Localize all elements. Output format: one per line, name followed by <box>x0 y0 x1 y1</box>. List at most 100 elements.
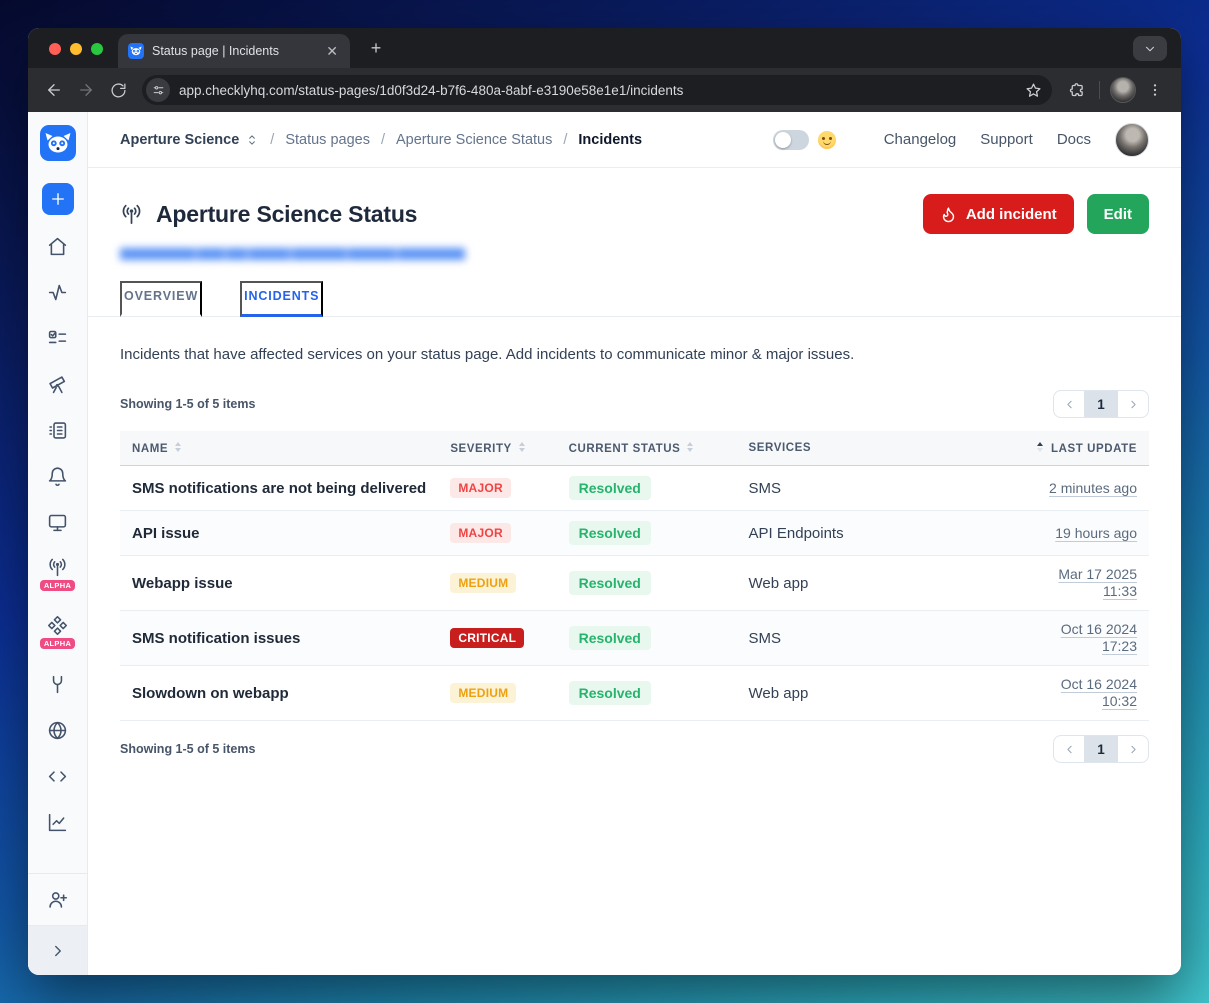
severity-badge: CRITICAL <box>450 628 524 648</box>
sidebar-item-dashboards[interactable] <box>28 499 87 545</box>
bookmark-button[interactable] <box>1025 82 1042 99</box>
breadcrumb-separator: / <box>270 132 274 148</box>
sidebar-item-maintenance[interactable] <box>28 661 87 707</box>
tab-overview[interactable]: OVERVIEW <box>120 281 202 317</box>
create-new-button[interactable] <box>42 183 74 215</box>
window-controls <box>49 43 103 55</box>
tab-close-icon[interactable]: ✕ <box>324 42 340 60</box>
sidebar-item-monitoring[interactable] <box>28 269 87 315</box>
app-root: ALPHA ALPHA <box>28 112 1181 975</box>
last-update-link[interactable]: 19 hours ago <box>1055 525 1137 541</box>
status-badge: Resolved <box>569 476 651 500</box>
browser-profile-button[interactable] <box>1107 74 1139 106</box>
status-badge: Resolved <box>569 681 651 705</box>
last-update-link[interactable]: 2 minutes ago <box>1049 480 1137 496</box>
forward-button[interactable] <box>70 74 102 106</box>
browser-tab[interactable]: Status page | Incidents ✕ <box>118 34 350 68</box>
last-update-link[interactable]: Oct 16 2024 17:23 <box>1061 621 1137 654</box>
tab-search-chevron-button[interactable] <box>1133 36 1167 61</box>
services-cell: API Endpoints <box>737 511 1024 556</box>
table-header-row: NAME SEVERITY CURRENT STATUS SERVICES <box>120 431 1149 466</box>
sidebar: ALPHA ALPHA <box>28 112 88 975</box>
pagination-next-button[interactable] <box>1118 736 1148 762</box>
sidebar-item-status-pages[interactable]: ALPHA <box>28 545 87 603</box>
reload-button[interactable] <box>102 74 134 106</box>
sidebar-item-analytics[interactable] <box>28 799 87 845</box>
chevron-right-icon <box>1127 743 1140 756</box>
edit-button[interactable]: Edit <box>1087 194 1149 234</box>
breadcrumb-separator: / <box>563 132 567 148</box>
close-window-button[interactable] <box>49 43 61 55</box>
app-header: Aperture Science / Status pages / Apertu… <box>88 112 1181 168</box>
showing-count: Showing 1-5 of 5 items <box>120 742 255 756</box>
support-link[interactable]: Support <box>980 131 1033 148</box>
sidebar-item-alerts[interactable] <box>28 453 87 499</box>
checkly-logo[interactable] <box>40 125 76 161</box>
browser-tab-strip: Status page | Incidents ✕ + <box>28 28 1181 68</box>
status-badge: Resolved <box>569 571 651 595</box>
column-header-last-update[interactable]: LAST UPDATE <box>1024 431 1149 466</box>
account-selector[interactable]: Aperture Science <box>120 132 259 148</box>
alpha-badge: ALPHA <box>40 580 75 591</box>
last-update-link[interactable]: Mar 17 2025 11:33 <box>1058 566 1137 599</box>
breadcrumb-current: Incidents <box>578 132 642 148</box>
pagination-prev-button[interactable] <box>1054 391 1084 417</box>
new-tab-button[interactable]: + <box>362 34 390 62</box>
logs-icon <box>47 420 68 441</box>
breadcrumb-status-page-name[interactable]: Aperture Science Status <box>396 132 552 148</box>
extensions-button[interactable] <box>1060 74 1092 106</box>
user-plus-icon <box>47 889 68 910</box>
pagination: 1 <box>1053 735 1149 763</box>
column-header-current-status[interactable]: CURRENT STATUS <box>557 431 737 466</box>
component-diamonds-icon <box>47 615 68 636</box>
url-bar[interactable]: app.checklyhq.com/status-pages/1d0f3d24-… <box>142 75 1052 105</box>
main-area: Aperture Science / Status pages / Apertu… <box>88 112 1181 975</box>
sidebar-item-private-locations[interactable] <box>28 707 87 753</box>
incident-name: API issue <box>132 525 200 542</box>
sidebar-item-explore[interactable] <box>28 361 87 407</box>
table-row[interactable]: Webapp issueMEDIUMResolvedWeb appMar 17 … <box>120 556 1149 611</box>
tab-incidents[interactable]: INCIDENTS <box>240 281 323 317</box>
sidebar-expand-button[interactable] <box>28 925 87 975</box>
breadcrumb: Aperture Science / Status pages / Apertu… <box>120 132 642 148</box>
sidebar-item-home[interactable] <box>28 223 87 269</box>
pagination-prev-button[interactable] <box>1054 736 1084 762</box>
broadcast-icon <box>47 557 68 578</box>
table-row[interactable]: API issueMAJORResolvedAPI Endpoints19 ho… <box>120 511 1149 556</box>
sidebar-item-checks[interactable] <box>28 315 87 361</box>
table-row[interactable]: SMS notification issuesCRITICALResolvedS… <box>120 611 1149 666</box>
site-settings-button[interactable] <box>146 78 170 102</box>
sidebar-item-traces[interactable]: ALPHA <box>28 603 87 661</box>
user-avatar[interactable] <box>1115 123 1149 157</box>
incidents-content: Incidents that have affected services on… <box>88 317 1181 975</box>
add-incident-button[interactable]: Add incident <box>923 194 1074 234</box>
changelog-link[interactable]: Changelog <box>884 131 957 148</box>
toolbar-divider <box>1099 81 1100 99</box>
menu-dots-icon <box>1147 82 1163 98</box>
pagination-current-page[interactable]: 1 <box>1084 736 1118 762</box>
browser-menu-button[interactable] <box>1139 74 1171 106</box>
table-row[interactable]: SMS notifications are not being delivere… <box>120 466 1149 511</box>
flame-icon <box>940 206 957 223</box>
sidebar-item-snippets[interactable] <box>28 753 87 799</box>
breadcrumb-status-pages[interactable]: Status pages <box>285 132 370 148</box>
docs-link[interactable]: Docs <box>1057 131 1091 148</box>
last-update-link[interactable]: Oct 16 2024 10:32 <box>1061 676 1137 709</box>
pagination-current-page[interactable]: 1 <box>1084 391 1118 417</box>
back-button[interactable] <box>38 74 70 106</box>
table-row[interactable]: Slowdown on webappMEDIUMResolvedWeb appO… <box>120 666 1149 721</box>
minimize-window-button[interactable] <box>70 43 82 55</box>
chevron-right-icon <box>1127 398 1140 411</box>
maximize-window-button[interactable] <box>91 43 103 55</box>
theme-toggle[interactable] <box>773 130 809 150</box>
sidebar-item-logs[interactable] <box>28 407 87 453</box>
column-header-severity[interactable]: SEVERITY <box>438 431 556 466</box>
pagination-next-button[interactable] <box>1118 391 1148 417</box>
sidebar-item-invite-user[interactable] <box>28 873 87 925</box>
column-header-name[interactable]: NAME <box>120 431 438 466</box>
showing-count: Showing 1-5 of 5 items <box>120 397 255 411</box>
site-settings-tune-icon <box>152 84 165 97</box>
status-page-url-link-blurred[interactable]: ███████████ ████ ███ ██████ ████████ ███… <box>120 248 465 260</box>
chevron-left-icon <box>1063 743 1076 756</box>
incident-name: SMS notifications are not being delivere… <box>132 480 426 497</box>
